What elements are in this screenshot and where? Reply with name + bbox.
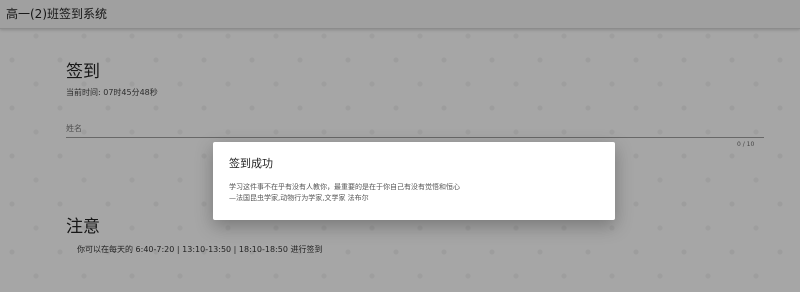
dialog-title: 签到成功 — [229, 157, 273, 170]
dialog-quote-line-2: —法国昆虫学家,动物行为学家,文学家 法布尔 — [229, 194, 369, 202]
signin-success-dialog: 签到成功 学习这件事不在乎有没有人教你，最重要的是在于你自己有没有觉悟和恒心 —… — [213, 142, 615, 220]
dialog-quote-line-1: 学习这件事不在乎有没有人教你，最重要的是在于你自己有没有觉悟和恒心 — [229, 183, 460, 191]
dialog-quote: 学习这件事不在乎有没有人教你，最重要的是在于你自己有没有觉悟和恒心 —法国昆虫学… — [229, 182, 460, 204]
